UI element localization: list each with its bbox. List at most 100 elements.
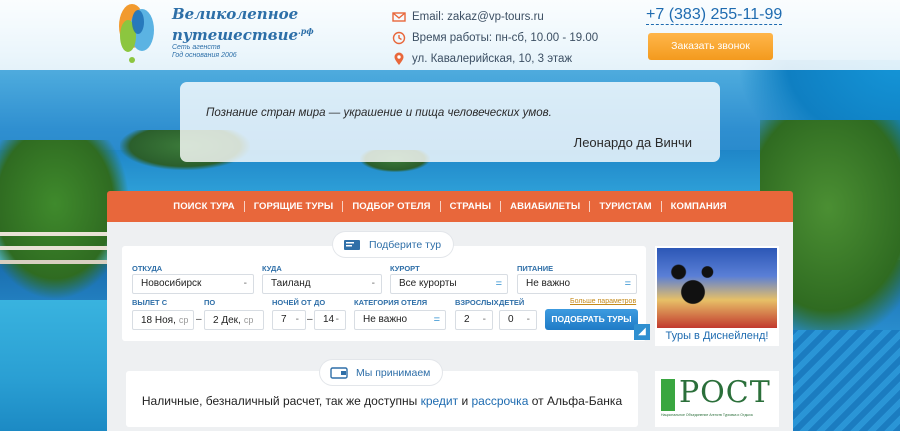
payment-tab-label: Мы принимаем [356,366,431,379]
nights-from-select[interactable]: 7- [272,310,306,330]
brand-name[interactable]: Великолепное путешествие.рф [172,6,342,44]
destination-value: Таиланд [271,278,311,289]
wallet-icon [330,366,348,379]
return-weekday: ср [243,315,254,325]
balloon-logo-icon[interactable] [108,2,168,66]
more-params-link[interactable]: Больше параметров [570,298,636,305]
nights-range-dash: – [307,314,313,325]
nav-item-company[interactable]: КОМПАНИЯ [662,201,736,212]
hotel-category-label: КАТЕГОРИЯ ОТЕЛЯ [354,298,428,307]
from-select[interactable]: Новосибирск - [132,274,254,294]
adults-value: 2 [464,314,470,325]
rost-badge[interactable]: РОСТ Национальное Объединение Агенств Ту… [655,371,779,427]
address-text: ул. Кавалерийская, 10, 3 этаж [412,52,573,65]
brand-sub-2: Год основания 2006 [172,52,237,59]
quote-text: Познание стран мира — украшение и пища ч… [206,107,552,119]
resort-value: Все курорты [399,278,457,289]
rost-subtitle: Национальное Объединение Агенств Туризма… [661,413,753,417]
brand-sub-1: Сеть агенств [172,44,221,51]
depart-date-value: 18 Ноя, [141,315,176,326]
adults-select[interactable]: 2- [455,310,493,330]
destination-select[interactable]: Таиланд - [262,274,382,294]
disney-caption[interactable]: Туры в Диснейленд! [655,330,779,342]
phone-link[interactable]: +7 (383) 255-11-99 [646,6,783,25]
brand-line-1: Великолепное [172,5,299,23]
children-label: ДЕТЕЙ [499,298,525,307]
dropdown-arrow-icon: - [243,278,247,289]
order-call-button[interactable]: Заказать звонок [648,33,773,60]
find-tours-button[interactable]: ПОДОБРАТЬ ТУРЫ [545,309,638,330]
depart-weekday: ср [178,315,189,325]
adults-label: ВЗРОСЛЫХ [455,298,499,307]
resort-label: КУРОРТ [390,264,420,273]
disney-promo[interactable]: Туры в Диснейленд! [655,246,779,346]
nav-item-hotel-search[interactable]: ПОДБОР ОТЕЛЯ [343,201,439,212]
installment-link[interactable]: рассрочка [472,394,529,408]
to-date-label: ПО [204,298,216,307]
mail-icon [392,11,406,22]
depart-date-field[interactable]: 18 Ноя, ср [132,310,194,330]
food-select[interactable]: Не важно = [517,274,637,294]
clock-icon [392,31,406,44]
search-tab-label: Подберите тур [369,238,442,251]
hours-contact: Время работы: пн-сб, 10.00 - 19.00 [392,27,602,48]
return-date-value: 2 Дек, [213,315,241,326]
from-label: ОТКУДА [132,264,163,273]
rost-logo-icon [661,379,675,411]
quote-author: Леонардо да Винчи [573,135,692,150]
nav-item-tourists[interactable]: ТУРИСТАМ [590,201,660,212]
site-header: Великолепное путешествие.рф Сеть агенств… [0,0,900,70]
nav-item-flights[interactable]: АВИАБИЛЕТЫ [501,201,589,212]
nights-to-select[interactable]: 14- [314,310,346,330]
nights-from-value: 7 [281,314,287,325]
hotel-category-value: Не важно [363,314,408,325]
return-date-field[interactable]: 2 Дек, ср [204,310,264,330]
list-icon: = [433,314,440,326]
children-select[interactable]: 0- [499,310,537,330]
sun-lounger [790,330,900,431]
resort-select[interactable]: Все курорты = [390,274,508,294]
payment-tab: Мы принимаем [320,360,443,385]
resize-corner-icon[interactable]: ◢ [634,324,650,340]
payment-text: Наличные, безналичный расчет, так же дос… [126,394,638,408]
dropdown-arrow-icon: - [295,314,299,325]
dropdown-arrow-icon: - [526,314,530,325]
location-pin-icon [394,52,404,65]
payment-text-part: Наличные, безналичный расчет, так же дос… [141,394,421,408]
depart-label: ВЫЛЕТ С [132,298,168,307]
hotel-category-select[interactable]: Не важно = [354,310,446,330]
rost-name: РОСТ [679,375,771,410]
dropdown-arrow-icon: - [482,314,486,325]
brand-subtitle: Сеть агенств Год основания 2006 [172,44,292,60]
date-range-dash: – [196,314,202,325]
nav-item-tour-search[interactable]: ПОИСК ТУРА [164,201,243,212]
list-icon: = [495,278,502,290]
contacts: Email: zakaz@vp-tours.ru Время работы: п… [392,6,602,69]
to-label: КУДА [262,264,282,273]
brand-domain: .рф [298,26,314,36]
address-contact: ул. Кавалерийская, 10, 3 этаж [392,48,602,69]
hours-text: Время работы: пн-сб, 10.00 - 19.00 [412,31,599,44]
list-icon: = [624,278,631,290]
children-value: 0 [508,314,514,325]
ticket-icon [344,239,360,250]
nights-from-label: НОЧЕЙ ОТ [272,298,312,307]
payment-text-part: от Альфа-Банка [528,394,623,408]
from-value: Новосибирск [141,278,202,289]
dropdown-arrow-icon: - [371,278,375,289]
main-nav: ПОИСК ТУРА ГОРЯЩИЕ ТУРЫ ПОДБОР ОТЕЛЯ СТР… [107,191,793,222]
search-tab[interactable]: Подберите тур [333,232,454,257]
dropdown-arrow-icon: - [335,314,339,325]
food-value: Не важно [526,278,571,289]
quote-banner: Познание стран мира — украшение и пища ч… [180,82,720,162]
email-contact[interactable]: Email: zakaz@vp-tours.ru [392,6,602,27]
nights-to-label: ДО [314,298,326,307]
disney-image [657,248,777,328]
payment-text-part: и [458,394,472,408]
credit-link[interactable]: кредит [421,394,459,408]
email-text: Email: zakaz@vp-tours.ru [412,10,544,23]
brand-line-2: путешествие [172,26,299,44]
food-label: ПИТАНИЕ [517,264,554,273]
nav-item-countries[interactable]: СТРАНЫ [441,201,501,212]
nav-item-hot-tours[interactable]: ГОРЯЩИЕ ТУРЫ [245,201,343,212]
